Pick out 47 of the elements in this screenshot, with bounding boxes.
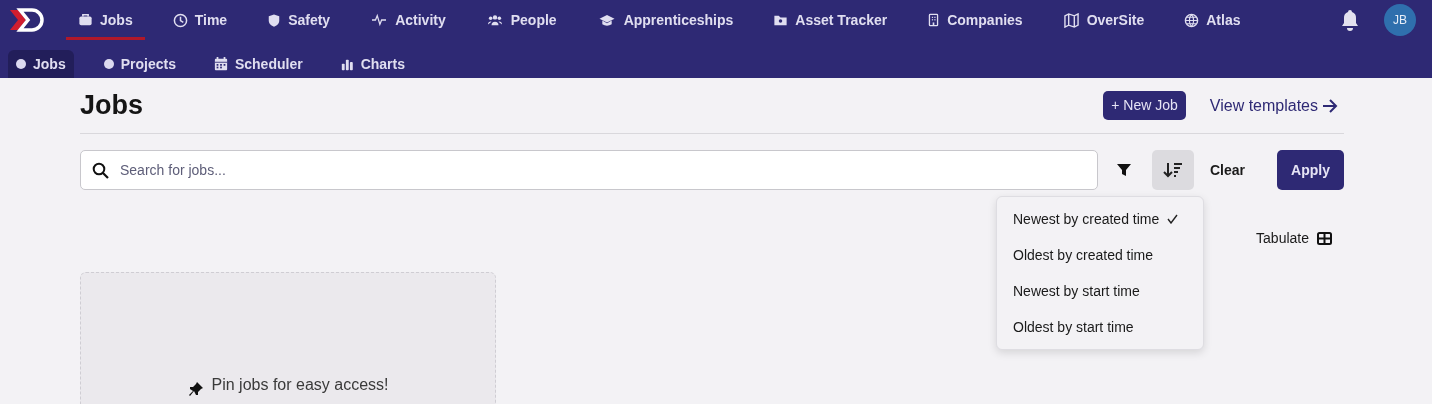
subnav-tab[interactable]: Charts bbox=[332, 50, 413, 78]
menu-item[interactable]: Newest by created time bbox=[997, 201, 1203, 237]
menu-item[interactable]: Oldest by created time bbox=[997, 237, 1203, 273]
bell-icon[interactable] bbox=[1340, 9, 1360, 31]
clear-button[interactable]: Clear bbox=[1203, 159, 1251, 181]
sort-icon bbox=[1162, 161, 1183, 179]
tabulate-label[interactable]: Tabulate bbox=[1256, 228, 1309, 249]
nav-tab[interactable]: Safety bbox=[255, 0, 343, 40]
subnav-tab[interactable]: Scheduler bbox=[205, 50, 311, 78]
people-icon bbox=[485, 13, 504, 27]
subnav-tab[interactable]: Jobs bbox=[8, 50, 74, 78]
menu-item[interactable]: Oldest by start time bbox=[997, 309, 1203, 345]
clock-icon bbox=[172, 12, 188, 28]
view-templates-link[interactable]: View templates bbox=[1209, 93, 1338, 118]
calendar-icon bbox=[213, 57, 228, 71]
apply-button[interactable]: Apply bbox=[1277, 150, 1344, 190]
empty-message: Pin jobs for easy access! bbox=[211, 375, 389, 395]
subnav-tab[interactable]: Projects bbox=[95, 50, 184, 78]
nav-tab[interactable]: Atlas bbox=[1172, 0, 1253, 40]
page-title: Jobs bbox=[80, 89, 144, 122]
nav-tab[interactable]: Activity bbox=[358, 0, 458, 40]
table-icon[interactable] bbox=[1317, 232, 1332, 245]
pin-icon bbox=[187, 381, 204, 397]
nav-tab[interactable]: Apprenticeships bbox=[584, 0, 746, 40]
nav-tab[interactable]: Asset Tracker bbox=[761, 0, 900, 40]
nav-tab[interactable]: OverSite bbox=[1050, 0, 1157, 40]
sort-button[interactable] bbox=[1151, 150, 1194, 190]
bar-chart-icon bbox=[340, 57, 354, 71]
building-icon bbox=[927, 12, 941, 28]
new-job-button[interactable]: + New Job bbox=[1103, 91, 1186, 120]
dot-icon bbox=[103, 59, 114, 69]
map-icon bbox=[1062, 12, 1080, 28]
arrow-icon bbox=[1322, 98, 1338, 113]
nav-tab[interactable]: People bbox=[473, 0, 569, 40]
nav-tab[interactable]: Jobs bbox=[66, 0, 145, 40]
pulse-icon bbox=[370, 13, 389, 27]
briefcase-icon bbox=[78, 13, 93, 27]
search-field[interactable]: Search for jobs... bbox=[80, 150, 1098, 190]
nav-tab[interactable]: Companies bbox=[915, 0, 1035, 40]
user-avatar[interactable]: JB bbox=[1384, 4, 1416, 36]
nav-tab[interactable]: Time bbox=[160, 0, 240, 40]
menu-item[interactable]: Newest by start time bbox=[997, 273, 1203, 309]
shield-icon bbox=[267, 12, 282, 28]
globe-icon bbox=[1184, 12, 1200, 28]
logo-icon[interactable] bbox=[8, 8, 46, 32]
filter-icon[interactable] bbox=[1115, 163, 1132, 177]
dot-icon bbox=[16, 59, 26, 69]
